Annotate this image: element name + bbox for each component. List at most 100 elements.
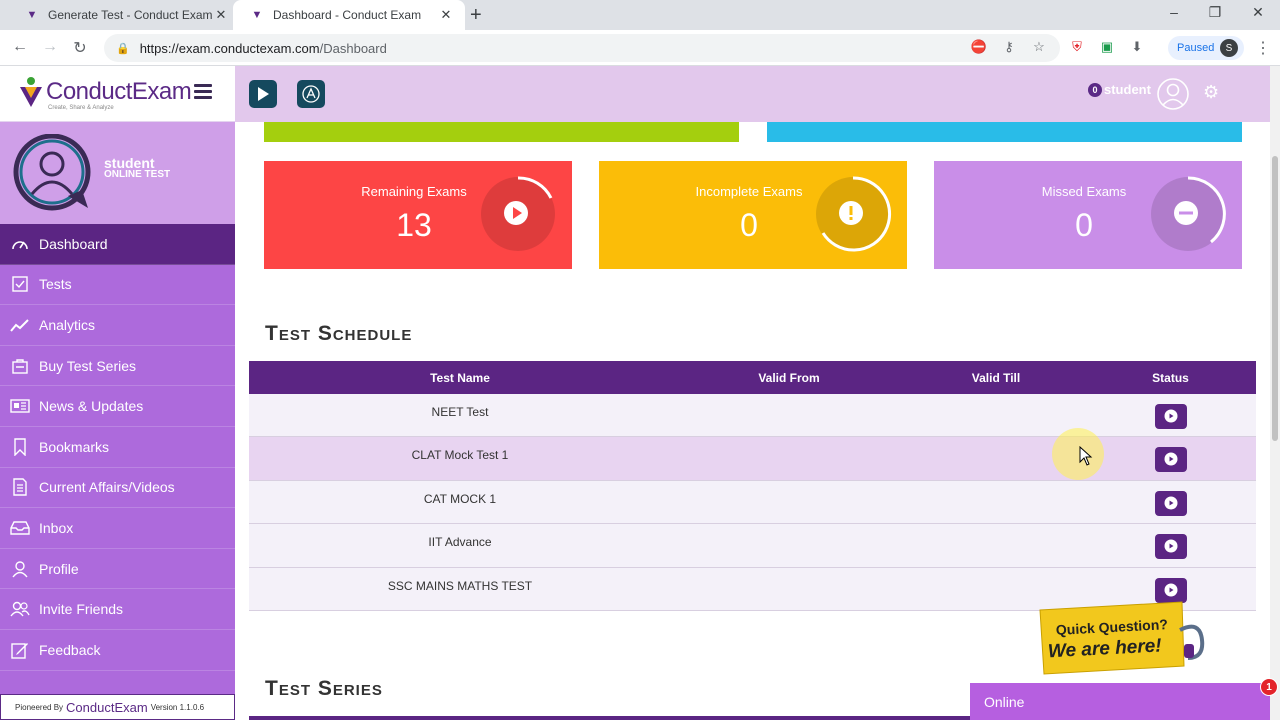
sidebar-item-profile[interactable]: Profile — [0, 549, 235, 590]
page-scrollbar[interactable] — [1270, 66, 1280, 720]
sidebar-item-label: Tests — [39, 276, 72, 293]
test-series-title: Test Series — [265, 677, 383, 700]
start-test-button[interactable] — [1154, 490, 1187, 516]
settings-gear-icon[interactable]: ⚙ — [1203, 82, 1219, 103]
edit-icon — [10, 641, 30, 659]
conductexam-logo-icon[interactable] — [18, 76, 44, 110]
minus-circle-icon — [1151, 176, 1226, 251]
start-test-button[interactable] — [1154, 447, 1187, 473]
translate-extension-icon[interactable]: ▣ — [1098, 39, 1116, 55]
blocked-popup-icon[interactable]: ⛔ — [970, 39, 988, 55]
play-icon — [1164, 539, 1177, 553]
tab-title: Generate Test - Conduct Exam — [48, 8, 213, 22]
google-play-icon[interactable] — [249, 80, 277, 108]
profile-paused-button[interactable]: Paused S — [1168, 36, 1244, 60]
test-name-cell: SSC MAINS MATHS TEST — [387, 578, 533, 593]
chat-notification-badge: 1 — [1260, 678, 1278, 696]
sidebar-item-label: Profile — [39, 560, 79, 577]
column-header-valid-till[interactable]: Valid Till — [907, 371, 1085, 385]
browser-tab-generate-test[interactable]: ▼ Generate Test - Conduct Exam ✕ — [8, 0, 240, 30]
header-user[interactable]: 0 student — [1088, 82, 1151, 97]
sidebar-item-feedback[interactable]: Feedback — [0, 630, 235, 671]
address-bar[interactable]: 🔒 https://exam.conductexam.com/Dashboard — [104, 34, 1060, 62]
play-icon — [1164, 452, 1177, 466]
reload-icon[interactable]: ↻ — [70, 38, 90, 58]
online-label: Online — [984, 693, 1025, 710]
online-chat-bar[interactable]: Online — [970, 683, 1270, 720]
quick-question-widget[interactable]: Quick Question? We are here! — [1032, 600, 1210, 682]
sidebar-item-label: Inbox — [39, 519, 74, 536]
close-tab-icon[interactable]: ✕ — [214, 7, 228, 23]
notification-badge: 0 — [1088, 82, 1102, 97]
user-avatar-icon[interactable] — [1157, 78, 1189, 110]
sidebar-item-label: Analytics — [39, 316, 96, 333]
key-icon[interactable]: ⚷ — [1000, 39, 1018, 55]
sidebar-item-buy-test-series[interactable]: Buy Test Series — [0, 346, 235, 387]
chart-line-icon — [10, 316, 30, 334]
stat-card-incomplete[interactable]: Incomplete Exams 0 — [599, 161, 907, 269]
minimize-icon[interactable]: – — [1164, 4, 1184, 20]
test-schedule-title: Test Schedule — [265, 322, 413, 345]
close-window-icon[interactable]: ✕ — [1248, 4, 1268, 21]
sidebar-item-analytics[interactable]: Analytics — [0, 305, 235, 346]
browser-menu-icon[interactable]: ⋮ — [1255, 38, 1271, 58]
stat-card-partial-green — [264, 122, 739, 142]
forward-arrow-icon[interactable]: → — [40, 38, 60, 56]
stat-card-missed[interactable]: Missed Exams 0 — [934, 161, 1242, 269]
test-schedule-table: Test Name Valid From Valid Till Status N… — [249, 361, 1256, 611]
exclamation-circle-icon — [816, 176, 892, 252]
back-arrow-icon[interactable]: ← — [10, 38, 30, 56]
sidebar-item-tests[interactable]: Tests — [0, 265, 235, 306]
brand-name: ConductExam — [46, 78, 192, 105]
maximize-icon[interactable]: ❐ — [1205, 4, 1225, 21]
sidebar-item-current-affairs[interactable]: Current Affairs/Videos — [0, 468, 235, 509]
test-name-cell: CAT MOCK 1 — [423, 491, 497, 506]
play-circle-icon — [481, 176, 555, 251]
sidebar-menu: Dashboard Tests Analytics Buy Test Serie… — [0, 224, 235, 671]
table-row: CAT MOCK 1 — [249, 480, 1256, 525]
start-test-button[interactable] — [1154, 577, 1187, 603]
newspaper-icon — [10, 397, 30, 415]
lock-icon: 🔒 — [116, 42, 130, 55]
start-test-button[interactable] — [1154, 534, 1187, 560]
sidebar-user-subtitle: ONLINE TEST — [104, 169, 171, 180]
cursor-highlight — [1052, 428, 1104, 480]
sidebar-item-label: News & Updates — [39, 398, 144, 415]
app-store-icon[interactable] — [297, 80, 325, 108]
mouse-cursor-icon — [1079, 446, 1093, 466]
close-tab-icon[interactable]: ✕ — [439, 7, 453, 23]
conductexam-favicon-icon: ▼ — [251, 9, 263, 21]
powered-prefix: Pioneered By — [15, 702, 64, 712]
speedometer-icon — [10, 235, 30, 253]
sidebar-item-news-updates[interactable]: News & Updates — [0, 386, 235, 427]
column-header-status[interactable]: Status — [1085, 371, 1256, 385]
download-extension-icon[interactable]: ⬇ — [1128, 39, 1146, 55]
shopping-icon — [10, 357, 30, 375]
sidebar: student ONLINE TEST Dashboard Tests Anal… — [0, 122, 235, 720]
table-row: CLAT Mock Test 1 — [249, 437, 1256, 481]
sidebar-item-label: Feedback — [39, 641, 101, 658]
stat-card-remaining[interactable]: Remaining Exams 13 — [264, 161, 572, 269]
scrollbar-thumb[interactable] — [1272, 156, 1278, 441]
shield-extension-icon[interactable]: ⛨ — [1068, 39, 1086, 55]
sidebar-item-dashboard[interactable]: Dashboard — [0, 224, 235, 265]
column-header-test-name[interactable]: Test Name — [249, 371, 671, 385]
sidebar-item-inbox[interactable]: Inbox — [0, 508, 235, 549]
table-row: IIT Advance — [249, 524, 1256, 568]
star-bookmark-icon[interactable]: ☆ — [1030, 39, 1048, 55]
hamburger-menu-icon[interactable] — [194, 84, 212, 100]
conductexam-favicon-icon: ▼ — [26, 9, 38, 21]
tab-title: Dashboard - Conduct Exam — [273, 8, 422, 22]
sidebar-item-label: Dashboard — [39, 235, 108, 252]
sidebar-item-invite-friends[interactable]: Invite Friends — [0, 589, 235, 630]
sidebar-item-bookmarks[interactable]: Bookmarks — [0, 427, 235, 468]
header-username: student — [1104, 82, 1151, 97]
mini-brand-logo: ConductExam — [66, 699, 148, 715]
start-test-button[interactable] — [1154, 404, 1187, 429]
column-header-valid-from[interactable]: Valid From — [671, 371, 907, 385]
url-path: /Dashboard — [319, 40, 387, 56]
profile-avatar-icon[interactable] — [12, 134, 94, 212]
brand-header: ConductExam Create, Share & Analyze — [0, 66, 235, 122]
new-tab-button[interactable]: + — [470, 5, 482, 25]
browser-tab-dashboard[interactable]: ▼ Dashboard - Conduct Exam ✕ — [233, 0, 465, 30]
